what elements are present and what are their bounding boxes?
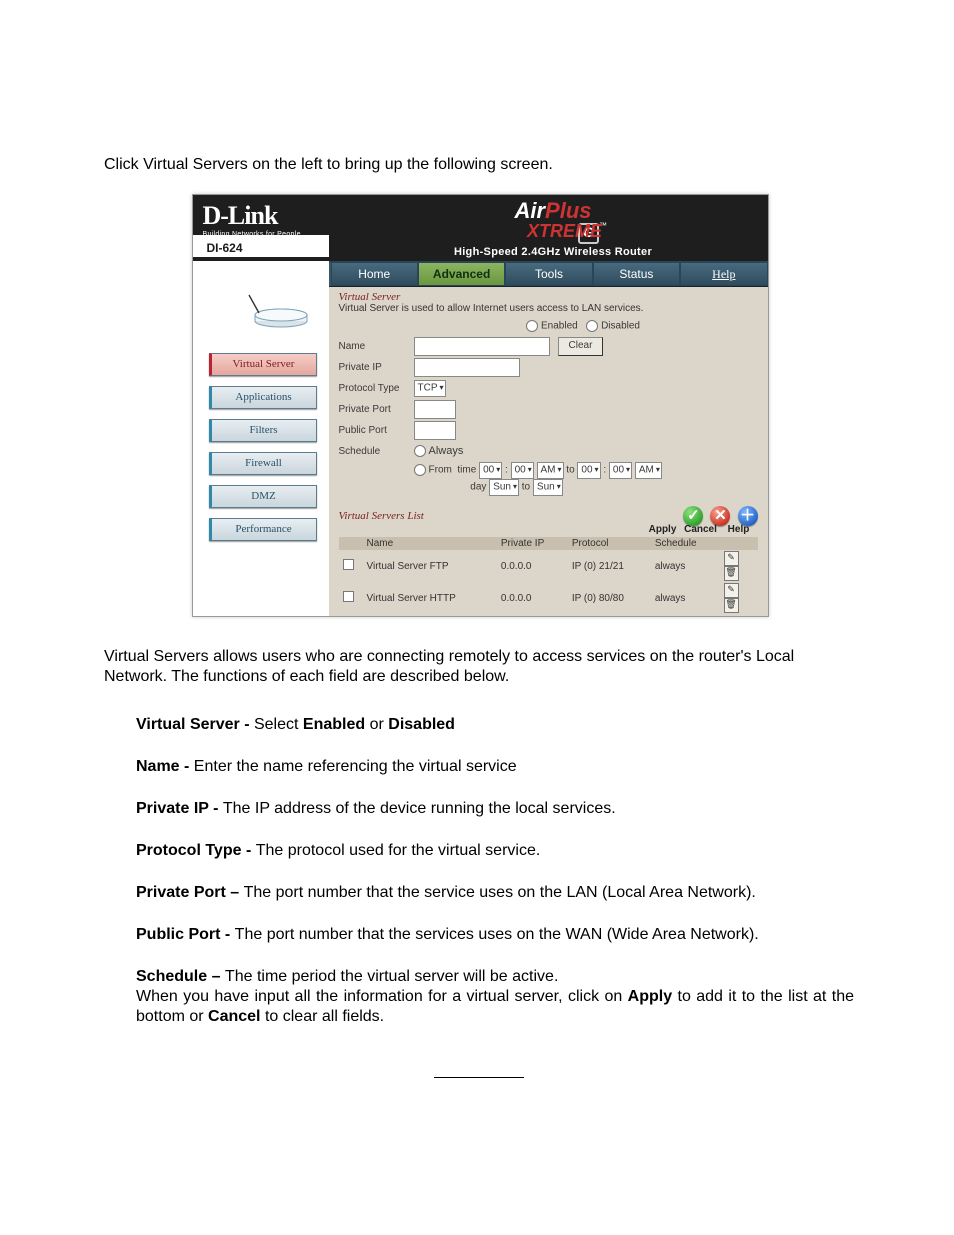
sidebar-virtual-server[interactable]: Virtual Server xyxy=(209,353,317,376)
sidebar-performance[interactable]: Performance xyxy=(209,518,317,541)
protocol-select[interactable]: TCP▾ xyxy=(414,380,446,397)
section-desc: Virtual Server is used to allow Internet… xyxy=(339,303,758,314)
apply-icon[interactable]: ✓ xyxy=(683,506,703,526)
radio-enabled[interactable] xyxy=(526,320,538,332)
col-protocol: Protocol xyxy=(568,537,651,550)
to-label: to xyxy=(566,465,574,476)
tab-advanced[interactable]: Advanced xyxy=(418,262,505,286)
sched-m1[interactable]: 00▾ xyxy=(511,462,534,479)
radio-disabled-label: Disabled xyxy=(601,321,640,332)
edit-icon[interactable]: ✎ xyxy=(724,551,739,566)
label-private-port: Private Port xyxy=(339,404,414,415)
virtual-servers-table: Name Private IP Protocol Schedule Virtua… xyxy=(339,537,758,614)
day-to-label: to xyxy=(522,482,530,493)
help-icon[interactable]: ＋ xyxy=(738,506,758,526)
col-ip: Private IP xyxy=(497,537,568,550)
field-definitions: Virtual Server - Select Enabled or Disab… xyxy=(104,715,854,1027)
section-heading: Virtual Server xyxy=(339,291,758,303)
tab-nav: Home Advanced Tools Status Help xyxy=(329,261,768,287)
label-schedule: Schedule xyxy=(339,446,414,457)
sidebar-dmz[interactable]: DMZ xyxy=(209,485,317,508)
tab-tools[interactable]: Tools xyxy=(505,262,592,286)
tab-status[interactable]: Status xyxy=(593,262,680,286)
intro-text: Click Virtual Servers on the left to bri… xyxy=(104,156,854,174)
sidebar-applications[interactable]: Applications xyxy=(209,386,317,409)
tab-help[interactable]: Help xyxy=(680,262,767,286)
name-input[interactable] xyxy=(414,337,550,356)
row-checkbox[interactable] xyxy=(343,591,354,602)
router-screenshot: D-Link Building Networks for People AirP… xyxy=(192,194,769,617)
router-icon xyxy=(241,293,313,329)
day-label: day xyxy=(470,482,486,493)
sched-m2[interactable]: 00▾ xyxy=(609,462,632,479)
row-checkbox[interactable] xyxy=(343,559,354,570)
sched-ampm2[interactable]: AM▾ xyxy=(635,462,662,479)
edit-icon[interactable]: ✎ xyxy=(724,583,739,598)
radio-from[interactable] xyxy=(414,464,426,476)
cancel-label: Cancel xyxy=(682,524,720,535)
desc-paragraph: Virtual Servers allows users who are con… xyxy=(104,647,854,687)
private-port-input[interactable] xyxy=(414,400,456,419)
product-branding: AirPlus XTREMEG™ High-Speed 2.4GHz Wirel… xyxy=(339,195,768,261)
label-protocol-type: Protocol Type xyxy=(339,383,414,394)
time-label: time xyxy=(457,465,476,476)
label-name: Name xyxy=(339,341,414,352)
sched-day2[interactable]: Sun▾ xyxy=(533,479,563,496)
main-panel: Virtual Server Virtual Server is used to… xyxy=(329,287,768,616)
radio-from-label: From xyxy=(429,465,452,476)
private-ip-input[interactable] xyxy=(414,358,520,377)
help-label: Help xyxy=(720,524,758,535)
cancel-icon[interactable]: ✕ xyxy=(710,506,730,526)
radio-always[interactable] xyxy=(414,445,426,457)
label-public-port: Public Port xyxy=(339,425,414,436)
delete-icon[interactable]: 🗑 xyxy=(724,566,739,581)
sched-ampm1[interactable]: AM▾ xyxy=(537,462,564,479)
radio-always-label: Always xyxy=(429,445,464,457)
label-private-ip: Private IP xyxy=(339,362,414,373)
delete-icon[interactable]: 🗑 xyxy=(724,598,739,613)
sched-h2[interactable]: 00▾ xyxy=(577,462,600,479)
tab-home[interactable]: Home xyxy=(331,262,418,286)
table-row: Virtual Server FTP 0.0.0.0 IP (0) 21/21 … xyxy=(339,550,758,582)
sched-h1[interactable]: 00▾ xyxy=(479,462,502,479)
col-name: Name xyxy=(363,537,497,550)
apply-label: Apply xyxy=(644,524,682,535)
page-divider xyxy=(434,1077,524,1078)
sidebar-filters[interactable]: Filters xyxy=(209,419,317,442)
sidebar: Virtual Server Applications Filters Fire… xyxy=(193,287,329,616)
col-schedule: Schedule xyxy=(651,537,720,550)
sidebar-firewall[interactable]: Firewall xyxy=(209,452,317,475)
radio-disabled[interactable] xyxy=(586,320,598,332)
radio-enabled-label: Enabled xyxy=(541,321,578,332)
table-row: Virtual Server HTTP 0.0.0.0 IP (0) 80/80… xyxy=(339,582,758,614)
public-port-input[interactable] xyxy=(414,421,456,440)
sched-day1[interactable]: Sun▾ xyxy=(489,479,519,496)
model-label: DI-624 xyxy=(193,235,329,257)
clear-button[interactable]: Clear xyxy=(558,337,604,356)
